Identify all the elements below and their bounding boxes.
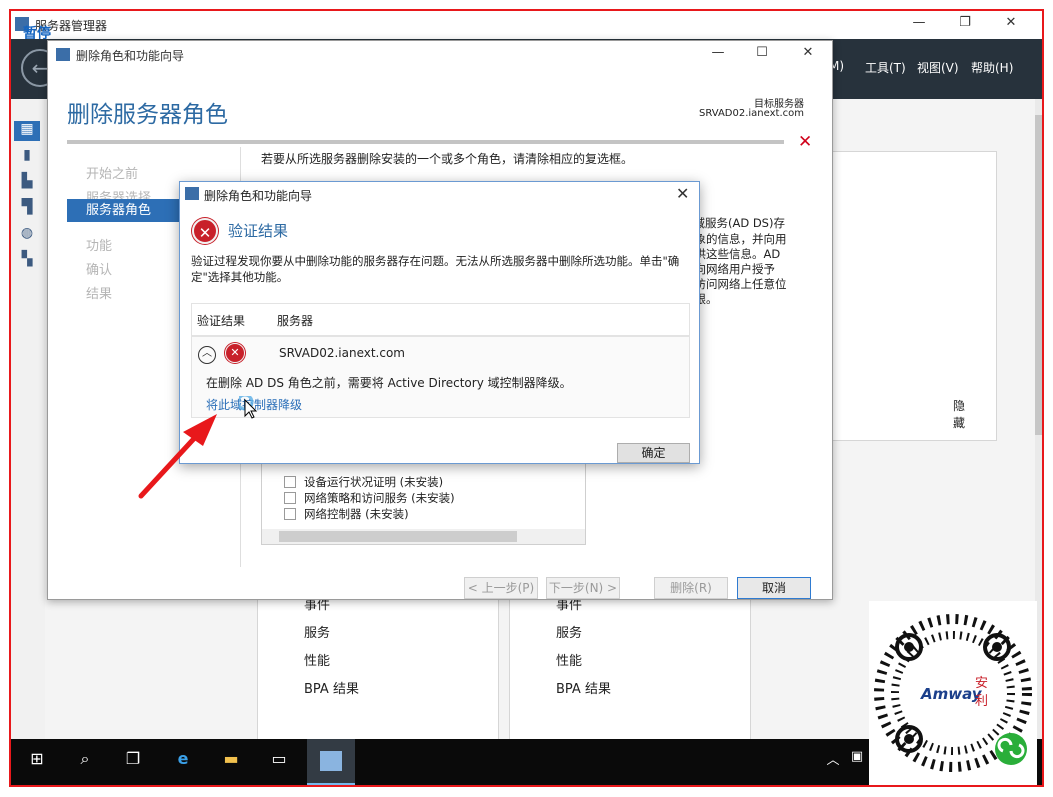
svg-text:利: 利: [975, 694, 988, 709]
role-checkbox[interactable]: [284, 492, 296, 504]
dns-icon[interactable]: ◍: [14, 225, 40, 245]
ie-browser-icon[interactable]: e: [169, 749, 197, 775]
mouse-cursor-icon: [239, 396, 258, 419]
minimize-icon[interactable]: —: [909, 15, 929, 33]
results-grid-header: 验证结果 服务器: [191, 303, 690, 336]
role-card-2: 事件 服务 性能 BPA 结果: [509, 589, 751, 749]
menu-help[interactable]: 帮助(H): [971, 59, 1013, 76]
card-item-performance[interactable]: 性能: [556, 650, 582, 669]
wizard-icon: [56, 48, 70, 61]
network-icon[interactable]: ▣: [843, 749, 871, 775]
remove-button[interactable]: 删除(R): [654, 577, 728, 599]
task-view-icon[interactable]: ❐: [119, 749, 147, 775]
wizard-close-icon[interactable]: ✕: [798, 45, 818, 63]
prev-button[interactable]: < 上一步(P): [464, 577, 538, 599]
roles-hscroll-thumb[interactable]: [279, 531, 517, 542]
screen-frame: 服务器管理器 — ❐ ✕ 暂停 ← M) 工具(T) 视图(V) 帮助(H) ▦…: [9, 9, 1044, 787]
dialog-heading: 验证结果: [228, 222, 289, 240]
step-before-you-begin[interactable]: 开始之前: [86, 163, 138, 182]
menu-view[interactable]: 视图(V): [917, 59, 959, 76]
role-item[interactable]: 网络控制器 (未安装): [304, 506, 409, 522]
next-button[interactable]: 下一步(N) >: [546, 577, 620, 599]
role-checkbox[interactable]: [284, 508, 296, 520]
error-icon: ✕: [192, 218, 218, 244]
dialog-icon: [185, 187, 199, 200]
maximize-icon[interactable]: ❐: [955, 15, 975, 33]
row-message: 在删除 AD DS 角色之前，需要将 Active Directory 域控制器…: [206, 376, 572, 390]
ok-button[interactable]: 确定: [617, 443, 690, 463]
col-server[interactable]: 服务器: [277, 312, 313, 329]
qr-code-overlay: Amway 安 利: [869, 601, 1037, 785]
card-item-performance[interactable]: 性能: [304, 650, 330, 669]
menu-tools[interactable]: 工具(T): [865, 59, 906, 76]
col-validation-result[interactable]: 验证结果: [197, 312, 245, 329]
server-manager-taskbar-icon[interactable]: [307, 739, 355, 785]
step-features[interactable]: 功能: [86, 235, 112, 254]
svg-text:安: 安: [975, 676, 988, 691]
target-server-value: SRVAD02.ianext.com: [699, 108, 804, 119]
card-item-services[interactable]: 服务: [304, 622, 330, 641]
progress-divider: [67, 140, 784, 144]
dashboard-icon[interactable]: ▦: [14, 121, 40, 141]
local-server-icon[interactable]: ▮: [14, 147, 40, 167]
row-error-icon: ✕: [225, 343, 245, 363]
wizard-maximize-icon[interactable]: ☐: [752, 45, 772, 63]
card-item-bpa[interactable]: BPA 结果: [556, 678, 611, 697]
wizard-intro: 若要从所选服务器删除安装的一个或多个角色，请清除相应的复选框。: [261, 152, 634, 166]
step-confirmation[interactable]: 确认: [86, 259, 112, 278]
results-grid-row: ︿ ✕ SRVAD02.ianext.com 在删除 AD DS 角色之前，需要…: [191, 336, 690, 418]
card-item-services[interactable]: 服务: [556, 622, 582, 641]
file-services-icon[interactable]: ▚: [14, 251, 40, 271]
svg-text:Amway: Amway: [920, 685, 983, 703]
file-explorer-icon[interactable]: ▬: [217, 749, 245, 775]
role-card-1: 事件 服务 性能 BPA 结果: [257, 589, 499, 749]
collapse-chevron-icon[interactable]: ︿: [198, 346, 216, 364]
ad-ds-icon[interactable]: ▜: [14, 199, 40, 219]
server-manager-nav: ▦ ▮ ▙ ▜ ◍ ▚: [11, 99, 45, 739]
cancel-button[interactable]: 取消: [737, 577, 811, 599]
annotation-arrow: [138, 414, 217, 499]
wizard-title: 删除角色和功能向导: [76, 49, 185, 63]
close-icon[interactable]: ✕: [1001, 15, 1021, 33]
search-icon[interactable]: ⌕: [71, 749, 99, 775]
wizard-heading: 删除服务器角色: [67, 102, 228, 128]
error-x-icon: ✕: [798, 132, 813, 152]
role-item[interactable]: 设备运行状况证明 (未安装): [304, 474, 443, 490]
dialog-description: 验证过程发现你要从中删除功能的服务器存在问题。无法从所选服务器中删除所选功能。单…: [191, 254, 680, 284]
roles-list: 设备运行状况证明 (未安装) 网络策略和访问服务 (未安装) 网络控制器 (未安…: [261, 463, 586, 545]
role-item[interactable]: 网络策略和访问服务 (未安装): [304, 490, 455, 506]
all-servers-icon[interactable]: ▙: [14, 173, 40, 193]
server-manager-titlebar: 服务器管理器 — ❐ ✕: [11, 11, 1042, 39]
scrollbar-thumb[interactable]: [1035, 115, 1042, 435]
hide-link[interactable]: 隐藏: [953, 397, 965, 431]
dialog-close-icon[interactable]: ✕: [676, 184, 689, 203]
start-windows-icon[interactable]: ⊞: [23, 749, 51, 775]
step-results[interactable]: 结果: [86, 283, 112, 302]
wizard-minimize-icon[interactable]: —: [708, 45, 728, 63]
dialog-title: 删除角色和功能向导: [204, 189, 313, 203]
card-item-bpa[interactable]: BPA 结果: [304, 678, 359, 697]
command-prompt-icon[interactable]: ▭: [265, 749, 293, 775]
row-server-name: SRVAD02.ianext.com: [279, 346, 405, 360]
role-checkbox[interactable]: [284, 476, 296, 488]
qr-code-image: Amway 安 利: [874, 614, 1032, 772]
server-manager-glyph: [320, 751, 342, 771]
roles-hscroll[interactable]: [262, 529, 585, 544]
